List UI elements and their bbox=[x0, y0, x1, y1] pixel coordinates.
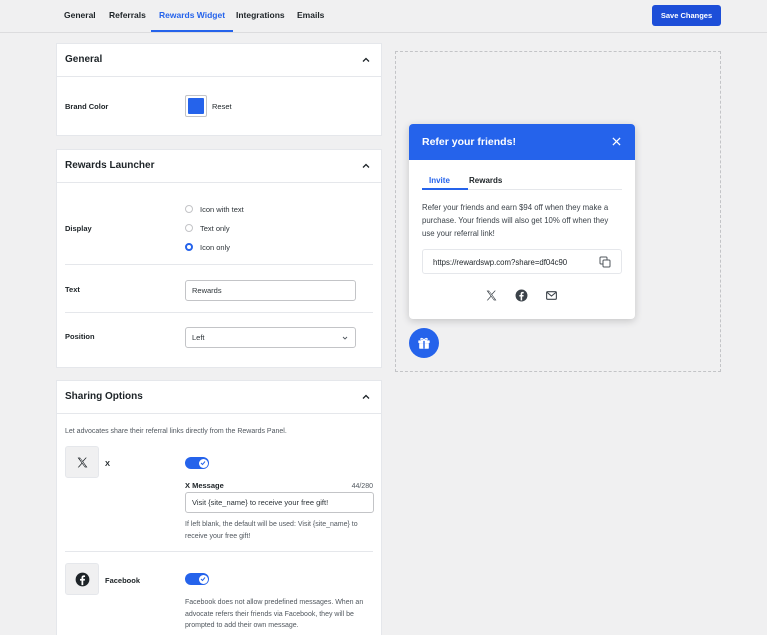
rewards-panel-preview: Refer your friends! Invite Rewards Refer… bbox=[409, 124, 635, 319]
chevron-down-icon bbox=[342, 336, 348, 340]
x-icon-box bbox=[65, 446, 99, 478]
tab-rewards-widget[interactable]: Rewards Widget bbox=[151, 0, 234, 32]
facebook-icon-box bbox=[65, 563, 99, 595]
text-label: Text bbox=[65, 285, 80, 294]
x-message-help: If left blank, the default will be used:… bbox=[185, 521, 358, 540]
brand-color-picker[interactable] bbox=[185, 95, 207, 117]
position-select-value: Left bbox=[192, 333, 205, 342]
position-select[interactable]: Left bbox=[185, 327, 356, 348]
divider bbox=[65, 312, 373, 313]
radio-icon-only[interactable] bbox=[185, 243, 193, 251]
sharing-card-header[interactable]: Sharing Options bbox=[57, 381, 381, 414]
top-nav: General Referrals Rewards Widget Integra… bbox=[0, 0, 767, 33]
divider bbox=[65, 551, 373, 552]
position-label: Position bbox=[65, 332, 95, 341]
display-label: Display bbox=[65, 224, 92, 233]
share-link-box[interactable]: https://rewardswp.com?share=df04c90 bbox=[422, 249, 622, 274]
gift-icon bbox=[418, 337, 430, 349]
brand-color-label: Brand Color bbox=[65, 102, 109, 111]
launcher-card-header[interactable]: Rewards Launcher bbox=[57, 150, 381, 183]
x-icon bbox=[77, 457, 88, 468]
chevron-up-icon[interactable] bbox=[361, 161, 371, 171]
radio-label-icon-with-text: Icon with text bbox=[200, 205, 244, 214]
widget-tab-rewards[interactable]: Rewards bbox=[469, 176, 502, 185]
rewards-panel-header: Refer your friends! bbox=[409, 124, 635, 160]
referral-offer-text: Refer your friends and earn $94 off when… bbox=[422, 203, 609, 238]
facebook-help: Facebook does not allow predefined messa… bbox=[185, 599, 364, 629]
general-card-title: General bbox=[65, 54, 103, 65]
chevron-up-icon[interactable] bbox=[361, 392, 371, 402]
widget-tab-invite[interactable]: Invite bbox=[429, 176, 450, 185]
check-icon bbox=[200, 461, 206, 466]
x-message-label: X Message bbox=[185, 481, 224, 490]
tab-integrations[interactable]: Integrations bbox=[236, 0, 285, 32]
facebook-share-toggle[interactable] bbox=[185, 573, 209, 585]
launcher-text-input[interactable]: Rewards bbox=[185, 280, 356, 301]
x-label: X bbox=[105, 459, 111, 468]
general-card: General Brand Color Reset bbox=[56, 43, 382, 136]
sharing-description: Let advocates share their referral links… bbox=[65, 428, 287, 435]
brand-color-swatch bbox=[188, 98, 204, 114]
x-message-input[interactable]: Visit {site_name} to receive your free g… bbox=[185, 492, 374, 513]
sharing-card-title: Sharing Options bbox=[65, 391, 143, 402]
email-icon[interactable] bbox=[545, 289, 558, 302]
launcher-card-title: Rewards Launcher bbox=[65, 160, 155, 171]
share-link-url: https://rewardswp.com?share=df04c90 bbox=[433, 258, 568, 267]
x-share-toggle[interactable] bbox=[185, 457, 209, 469]
check-icon bbox=[200, 577, 206, 582]
copy-icon[interactable] bbox=[599, 256, 611, 268]
rewards-panel-title: Refer your friends! bbox=[422, 136, 516, 148]
facebook-icon bbox=[75, 572, 90, 587]
radio-icon-with-text[interactable] bbox=[185, 205, 193, 213]
save-changes-button[interactable]: Save Changes bbox=[652, 5, 721, 26]
radio-label-text-only: Text only bbox=[200, 224, 230, 233]
rewards-launcher-card: Rewards Launcher Display Icon with text … bbox=[56, 149, 382, 368]
tab-general[interactable]: General bbox=[64, 0, 96, 32]
divider bbox=[65, 264, 373, 265]
rewards-launcher-button[interactable] bbox=[409, 328, 439, 358]
chevron-up-icon[interactable] bbox=[361, 55, 371, 65]
active-tab-indicator bbox=[422, 188, 468, 190]
radio-text-only[interactable] bbox=[185, 224, 193, 232]
radio-label-icon-only: Icon only bbox=[200, 243, 231, 252]
tab-emails[interactable]: Emails bbox=[297, 0, 324, 32]
facebook-label: Facebook bbox=[105, 576, 141, 585]
close-icon[interactable] bbox=[612, 137, 621, 146]
tab-referrals[interactable]: Referrals bbox=[109, 0, 146, 32]
sharing-options-card: Sharing Options Let advocates share thei… bbox=[56, 380, 382, 635]
x-message-counter: 44/280 bbox=[351, 483, 373, 490]
x-icon[interactable] bbox=[485, 289, 498, 302]
general-card-header[interactable]: General bbox=[57, 44, 381, 77]
reset-button[interactable]: Reset bbox=[212, 102, 232, 111]
facebook-icon[interactable] bbox=[515, 289, 528, 302]
